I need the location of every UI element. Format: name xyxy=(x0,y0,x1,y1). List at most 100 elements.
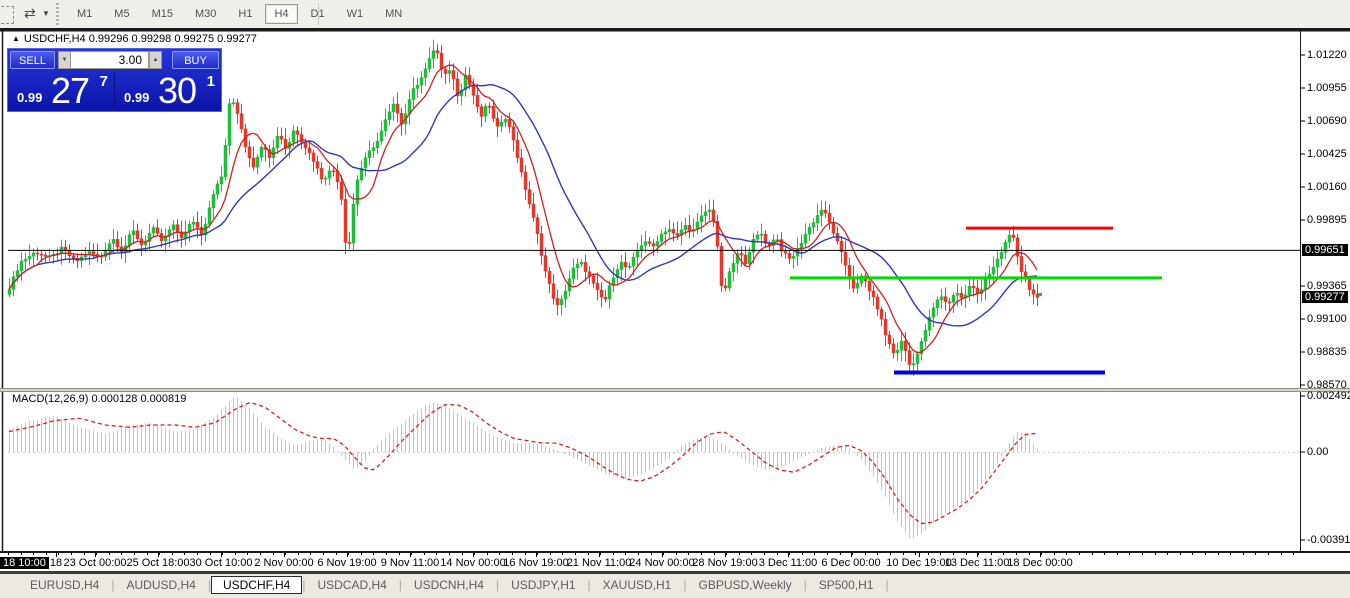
sell-button[interactable]: SELL xyxy=(10,51,55,69)
time-axis-label: 3 Dec 11:00 xyxy=(759,557,818,569)
time-axis-label: 24 Nov 00:00 xyxy=(629,557,694,569)
time-axis-minor-tick xyxy=(1167,553,1168,555)
time-axis-minor-tick xyxy=(159,553,160,555)
time-axis-minor-tick xyxy=(1016,553,1017,555)
time-axis-minor-tick xyxy=(1205,553,1206,555)
time-axis-minor-tick xyxy=(197,553,198,555)
timeframe-button-mn[interactable]: MN xyxy=(376,4,411,24)
timeframe-button-m30[interactable]: M30 xyxy=(186,4,225,24)
chart-tab-bar: EURUSD,H4|AUDUSD,H4|USDCHF,H4|USDCAD,H4|… xyxy=(0,575,1350,594)
timeframe-button-w1[interactable]: W1 xyxy=(338,4,373,24)
time-axis-minor-tick xyxy=(298,553,299,555)
time-axis-label: 16 Nov 19:00 xyxy=(503,557,568,569)
time-axis-minor-tick xyxy=(424,553,425,555)
time-axis-minor-tick xyxy=(1142,553,1143,555)
price-axis-label: 1.01220 xyxy=(1307,49,1347,61)
price-axis-label: 0.99895 xyxy=(1307,214,1347,226)
time-axis-minor-tick xyxy=(58,553,59,555)
price-axis-label: -0.003913 xyxy=(1307,534,1350,546)
time-axis-minor-tick xyxy=(651,553,652,555)
time-axis-minor-tick xyxy=(260,553,261,555)
time-axis-minor-tick xyxy=(890,553,891,555)
chart-tab-xauusd[interactable]: XAUUSD,H1 xyxy=(591,577,684,593)
toolbar-grip[interactable] xyxy=(56,3,59,25)
macd-indicator-canvas[interactable] xyxy=(0,392,1350,551)
time-axis-label: 6 Dec 00:00 xyxy=(821,557,880,569)
collapse-triangle-icon[interactable]: ▲ xyxy=(12,34,20,43)
buy-price-prefix: 0.99 xyxy=(124,90,149,105)
time-axis-minor-tick xyxy=(814,553,815,555)
price-axis-current-label: 0.99651 xyxy=(1302,244,1348,256)
buy-button[interactable]: BUY xyxy=(172,51,219,69)
time-axis-label: 28 Nov 19:00 xyxy=(692,557,757,569)
time-axis-minor-tick xyxy=(1041,553,1042,555)
timeframe-button-m1[interactable]: M1 xyxy=(68,4,101,24)
macd-label: MACD(12,26,9) 0.000128 0.000819 xyxy=(12,393,186,405)
timeframe-button-h1[interactable]: H1 xyxy=(229,4,261,24)
time-axis-minor-tick xyxy=(184,553,185,555)
timeframe-button-m5[interactable]: M5 xyxy=(105,4,138,24)
chart-tab-eurusd[interactable]: EURUSD,H4 xyxy=(18,577,111,593)
time-axis-label: 9 Nov 11:00 xyxy=(381,557,440,569)
chart-tab-audusd[interactable]: AUDUSD,H4 xyxy=(114,577,207,593)
time-axis-minor-tick xyxy=(411,553,412,555)
macd-signal-value: 0.000819 xyxy=(140,393,186,405)
price-axis-label: 0.98835 xyxy=(1307,346,1347,358)
sell-price-big-digits: 27 xyxy=(51,70,89,112)
price-axis-label: 1.00425 xyxy=(1307,148,1347,160)
time-axis-minor-tick xyxy=(247,553,248,555)
timeframe-toolbar: M1M5M15M30H1H4D1W1MN xyxy=(66,0,413,28)
chart-shift-icon[interactable] xyxy=(0,6,14,24)
dropdown-caret-icon[interactable]: ▼ xyxy=(42,9,50,29)
time-axis-minor-tick xyxy=(852,553,853,555)
time-axis-minor-tick xyxy=(638,553,639,555)
time-axis-minor-tick xyxy=(84,553,85,555)
time-axis-minor-tick xyxy=(399,553,400,555)
price-axis-current-label: 0.99277 xyxy=(1302,291,1348,303)
time-axis-minor-tick xyxy=(1092,553,1093,555)
volume-input[interactable]: 3.00 xyxy=(70,51,149,69)
time-axis-minor-tick xyxy=(449,553,450,555)
time-axis-minor-tick xyxy=(777,553,778,555)
time-axis-minor-tick xyxy=(462,553,463,555)
chart-tab-gbpusd[interactable]: GBPUSD,Weekly xyxy=(686,577,803,593)
time-axis-minor-tick xyxy=(625,553,626,555)
timeframe-button-h4[interactable]: H4 xyxy=(265,4,297,24)
scrollbar-thumb[interactable] xyxy=(0,571,1350,574)
timeframe-button-m15[interactable]: M15 xyxy=(143,4,182,24)
price-axis-label: 1.00160 xyxy=(1307,181,1347,193)
chart-tab-usdcnh[interactable]: USDCNH,H4 xyxy=(402,577,496,593)
time-axis-label: 30 Oct 10:00 xyxy=(190,557,253,569)
time-axis-minor-tick xyxy=(525,553,526,555)
time-axis-label: 6 Nov 19:00 xyxy=(317,557,376,569)
chart-tab-usdchf[interactable]: USDCHF,H4 xyxy=(211,576,302,594)
time-axis-minor-tick xyxy=(386,553,387,555)
price-axis-label: 0.99100 xyxy=(1307,313,1347,325)
time-axis-label: 2 Nov 00:00 xyxy=(254,557,313,569)
one-click-trading-panel: SELL ▼ 3.00 ▲ BUY 0.99 27 7 0.99 30 1 xyxy=(7,48,222,112)
time-axis-label: 25 Oct 18:00 xyxy=(127,557,190,569)
tick-arrows-icon[interactable]: ⇄ xyxy=(24,5,36,25)
time-axis-minor-tick xyxy=(600,553,601,555)
time-axis-minor-tick xyxy=(588,553,589,555)
chart-tab-usdjpy[interactable]: USDJPY,H1 xyxy=(499,577,587,593)
time-axis-minor-tick xyxy=(764,553,765,555)
time-axis-minor-tick xyxy=(1117,553,1118,555)
time-axis-minor-tick xyxy=(1054,553,1055,555)
volume-increase-button[interactable]: ▲ xyxy=(149,51,162,69)
buy-price-pip: 1 xyxy=(207,73,215,90)
time-axis-minor-tick xyxy=(361,553,362,555)
price-axis-label: 1.00955 xyxy=(1307,82,1347,94)
time-axis-minor-tick xyxy=(1218,553,1219,555)
sell-price-display[interactable]: 0.99 27 7 xyxy=(9,72,115,110)
time-axis-minor-tick xyxy=(789,553,790,555)
time-axis-minor-tick xyxy=(323,553,324,555)
time-axis-label: 23 Oct 00:00 xyxy=(64,557,127,569)
chart-tab-usdcad[interactable]: USDCAD,H4 xyxy=(305,577,398,593)
chart-tab-sp500[interactable]: SP500,H1 xyxy=(807,577,886,593)
time-axis-minor-tick xyxy=(1180,553,1181,555)
time-axis-minor-tick xyxy=(953,553,954,555)
time-axis[interactable]: 18 10:001823 Oct 00:0025 Oct 18:0030 Oct… xyxy=(0,553,1350,571)
buy-price-display[interactable]: 0.99 30 1 xyxy=(116,72,221,110)
time-axis-minor-tick xyxy=(613,553,614,555)
